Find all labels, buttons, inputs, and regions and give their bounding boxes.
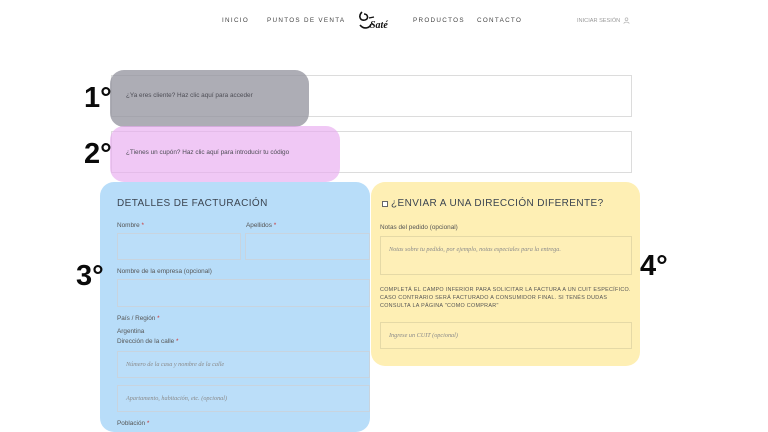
nav-item-inicio[interactable]: INICIO xyxy=(222,17,249,24)
order-notes-placeholder: Notas sobre tu pedido, por ejemplo, nota… xyxy=(389,246,561,253)
coupon-notice: ¿Tienes un cupón? Haz clic aquí para int… xyxy=(126,149,289,156)
nav-item-productos[interactable]: PRODUCTOS xyxy=(413,17,465,24)
cuit-field[interactable]: Ingrese un CUIT (opcional) xyxy=(380,322,632,349)
first-name-field[interactable] xyxy=(117,233,241,260)
order-notes-field[interactable]: Notas sobre tu pedido, por ejemplo, nota… xyxy=(380,236,632,275)
step-2-marker: 2° xyxy=(84,138,112,170)
apartment-placeholder: Apartamento, habitación, etc. (opcional) xyxy=(126,395,228,402)
company-field[interactable] xyxy=(117,279,370,307)
country-label: País / Región * xyxy=(117,315,160,322)
cuit-placeholder: Ingrese un CUIT (opcional) xyxy=(389,332,458,339)
step-4-marker: 4° xyxy=(640,250,668,282)
billing-title: DETALLES DE FACTURACIÓN xyxy=(117,198,268,209)
nav-item-puntos-de-venta[interactable]: PUNTOS DE VENTA xyxy=(267,17,345,24)
coupon-notice-link[interactable]: ¿Tienes un cupón? Haz clic aquí para int… xyxy=(126,149,289,156)
logo-text: Saté xyxy=(370,20,388,31)
first-name-label: Nombre * xyxy=(117,222,145,229)
ship-different-checkbox[interactable] xyxy=(382,201,388,207)
order-notes-label: Notas del pedido (opcional) xyxy=(380,224,458,231)
login-link[interactable]: INICIAR SESIÓN xyxy=(577,17,630,24)
last-name-field[interactable] xyxy=(245,233,370,260)
nav-item-contacto[interactable]: CONTACTO xyxy=(477,17,522,24)
city-label: Población * xyxy=(117,420,150,427)
street-label: Dirección de la calle * xyxy=(117,338,179,345)
brand-logo[interactable]: Saté xyxy=(356,8,392,34)
main-nav: INICIO PUNTOS DE VENTA Saté PRODUCTOS CO… xyxy=(0,0,768,42)
user-icon xyxy=(623,17,630,24)
login-notice-link[interactable]: ¿Ya eres cliente? Haz clic aquí para acc… xyxy=(126,92,253,99)
company-label: Nombre de la empresa (opcional) xyxy=(117,268,212,275)
street-placeholder: Número de la casa y nombre de la calle xyxy=(126,361,225,368)
apartment-field[interactable]: Apartamento, habitación, etc. (opcional) xyxy=(117,385,370,412)
step-1-marker: 1° xyxy=(84,82,112,114)
login-notice: ¿Ya eres cliente? Haz clic aquí para acc… xyxy=(126,92,253,99)
street-field[interactable]: Número de la casa y nombre de la calle xyxy=(117,351,370,378)
step-3-marker: 3° xyxy=(76,260,104,292)
ship-different-label[interactable]: ¿ENVIAR A UNA DIRECCIÓN DIFERENTE? xyxy=(391,198,604,209)
country-value: Argentina xyxy=(117,328,145,335)
cuit-note: COMPLETÁ EL CAMPO INFERIOR PARA SOLICITA… xyxy=(380,287,631,309)
last-name-label: Apellidos * xyxy=(246,222,277,229)
login-label: INICIAR SESIÓN xyxy=(577,17,621,24)
